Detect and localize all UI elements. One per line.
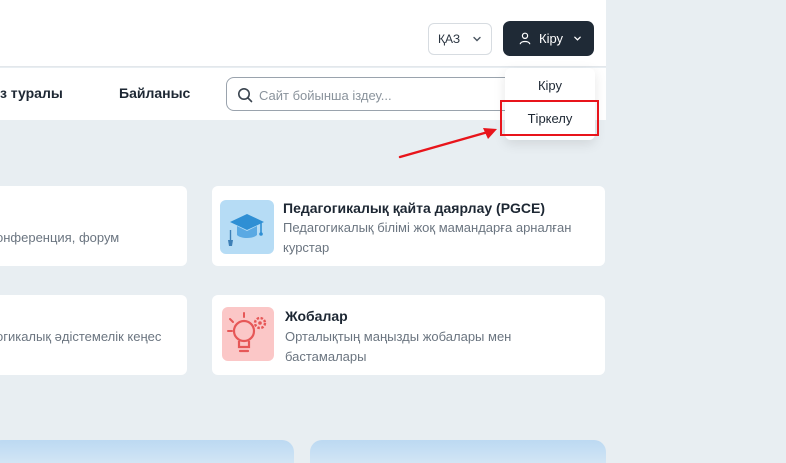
top-bar: ҚАЗ Кіру — [0, 0, 606, 67]
card-pgce-desc: Педагогикалық білімі жоқ мамандарға арна… — [283, 220, 572, 255]
login-button-label: Кіру — [539, 31, 564, 46]
user-icon — [519, 32, 531, 45]
language-value: ҚАЗ — [438, 32, 461, 46]
card-methodical-council-desc: огикалық әдістемелік кеңес — [0, 329, 162, 344]
bottom-banner-card-right[interactable] — [310, 440, 606, 463]
card-methodical-council[interactable]: огикалық әдістемелік кеңес — [0, 295, 187, 375]
dropdown-item-login[interactable]: Кіру — [505, 78, 595, 93]
search-input[interactable] — [259, 85, 499, 105]
bottom-banner-card-left[interactable] — [0, 440, 294, 463]
nav-link-contact[interactable]: Байланыс — [119, 85, 190, 101]
chevron-down-icon — [574, 36, 581, 41]
nav-link-about[interactable]: Біз туралы — [0, 85, 63, 101]
graduation-cap-icon — [220, 200, 274, 254]
card-pgce-title: Педагогикалық қайта даярлау (PGCE) — [283, 200, 546, 216]
card-pgce[interactable]: Педагогикалық қайта даярлау (PGCE) Педаг… — [212, 186, 605, 266]
search-icon — [238, 88, 253, 103]
card-projects-desc: Орталықтың маңызды жобалары мен бастамал… — [285, 329, 512, 364]
login-button[interactable]: Кіру — [503, 21, 594, 56]
card-conferences[interactable]: онференция, форум — [0, 186, 187, 266]
card-conferences-desc: онференция, форум — [0, 230, 120, 245]
card-projects-title: Жобалар — [285, 308, 348, 324]
red-arrow-annotation — [398, 128, 497, 159]
card-projects[interactable]: Жобалар Орталықтың маңызды жобалары мен … — [212, 295, 605, 375]
language-select[interactable]: ҚАЗ — [428, 23, 492, 55]
register-highlight-box — [500, 100, 599, 136]
chevron-down-icon — [473, 36, 481, 42]
search-box — [226, 77, 526, 111]
lightbulb-gear-icon — [222, 307, 274, 361]
